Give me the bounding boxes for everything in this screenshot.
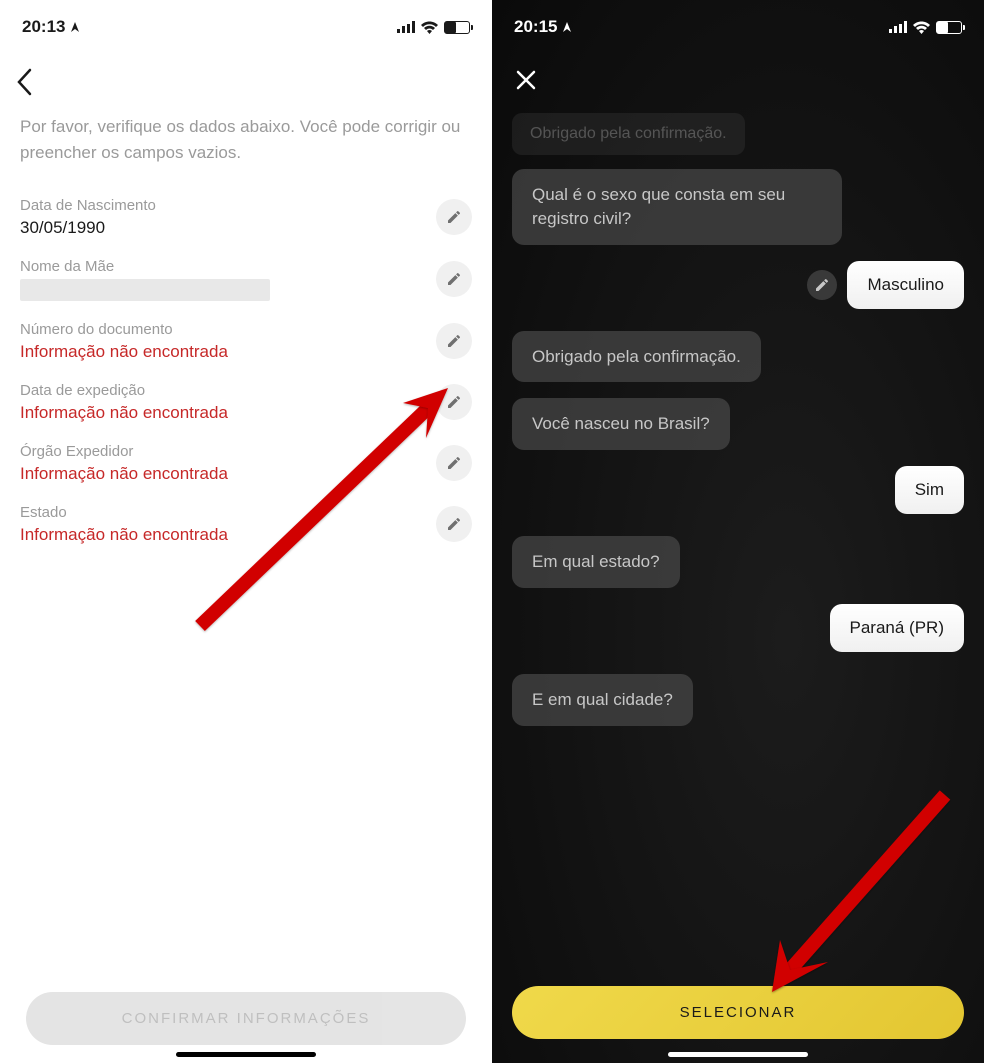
battery-icon <box>444 21 470 34</box>
field-label: Data de Nascimento <box>20 197 436 214</box>
field-row: Número do documento Informação não encont… <box>0 311 492 372</box>
field-row: Órgão Expedidor Informação não encontrada <box>0 433 492 494</box>
field-label: Órgão Expedidor <box>20 443 436 460</box>
bot-message: Qual é o sexo que consta em seu registro… <box>512 169 842 245</box>
redacted-value <box>20 279 270 301</box>
field-value: Informação não encontrada <box>20 403 436 423</box>
field-value: Informação não encontrada <box>20 525 436 545</box>
chevron-left-icon <box>16 68 32 96</box>
edit-button[interactable] <box>436 506 472 542</box>
bot-message: Você nasceu no Brasil? <box>512 398 730 450</box>
user-message: Sim <box>895 466 964 514</box>
field-value: Informação não encontrada <box>20 342 436 362</box>
instruction-text: Por favor, verifique os dados abaixo. Vo… <box>0 102 492 187</box>
user-message-row: Paraná (PR) <box>512 604 964 652</box>
status-time: 20:13 <box>22 17 81 37</box>
location-icon <box>561 21 573 33</box>
chat-screen: 20:15 Obrigado pela confirmação. Qual é … <box>492 0 984 1063</box>
back-button[interactable] <box>0 50 492 102</box>
field-label: Número do documento <box>20 321 436 338</box>
user-message-row: Sim <box>512 466 964 514</box>
edit-button[interactable] <box>436 199 472 235</box>
field-label: Nome da Mãe <box>20 258 436 275</box>
edit-button[interactable] <box>436 445 472 481</box>
status-indicators <box>397 21 470 34</box>
status-time: 20:15 <box>514 17 573 37</box>
close-button[interactable] <box>492 50 984 107</box>
close-icon <box>514 68 538 92</box>
wifi-icon <box>421 21 438 34</box>
field-value: 30/05/1990 <box>20 218 436 238</box>
fields-container: Data de Nascimento 30/05/1990 Nome da Mãe N… <box>0 187 492 555</box>
confirm-bar: CONFIRMAR INFORMAÇÕES <box>0 992 492 1045</box>
field-label: Estado <box>20 504 436 521</box>
bot-message: E em qual cidade? <box>512 674 693 726</box>
field-label: Data de expedição <box>20 382 436 399</box>
wifi-icon <box>913 21 930 34</box>
user-message: Masculino <box>847 261 964 309</box>
select-button[interactable]: SELECIONAR <box>512 986 964 1039</box>
bot-message: Em qual estado? <box>512 536 680 588</box>
chat-area: Obrigado pela confirmação. Qual é o sexo… <box>492 107 984 748</box>
bot-message: Obrigado pela confirmação. <box>512 331 761 383</box>
confirm-button[interactable]: CONFIRMAR INFORMAÇÕES <box>26 992 466 1045</box>
status-indicators <box>889 21 962 34</box>
location-icon <box>69 21 81 33</box>
edit-button[interactable] <box>436 384 472 420</box>
battery-icon <box>936 21 962 34</box>
edit-answer-button[interactable] <box>807 270 837 300</box>
status-bar: 20:15 <box>492 0 984 50</box>
field-row: Data de expedição Informação não encontra… <box>0 372 492 433</box>
user-message: Paraná (PR) <box>830 604 964 652</box>
field-row: Nome da Mãe <box>0 248 492 311</box>
annotation-arrow <box>750 780 970 1010</box>
home-indicator <box>668 1052 808 1057</box>
field-row: Data de Nascimento 30/05/1990 <box>0 187 492 248</box>
user-message-row: Masculino <box>512 261 964 309</box>
edit-button[interactable] <box>436 323 472 359</box>
form-verification-screen: 20:13 Por favor, verifique os dados abai… <box>0 0 492 1063</box>
status-bar: 20:13 <box>0 0 492 50</box>
faded-message: Obrigado pela confirmação. <box>512 113 745 155</box>
field-value: Informação não encontrada <box>20 464 436 484</box>
field-row: Estado Informação não encontrada <box>0 494 492 555</box>
signal-icon <box>397 21 415 33</box>
signal-icon <box>889 21 907 33</box>
home-indicator <box>176 1052 316 1057</box>
edit-button[interactable] <box>436 261 472 297</box>
